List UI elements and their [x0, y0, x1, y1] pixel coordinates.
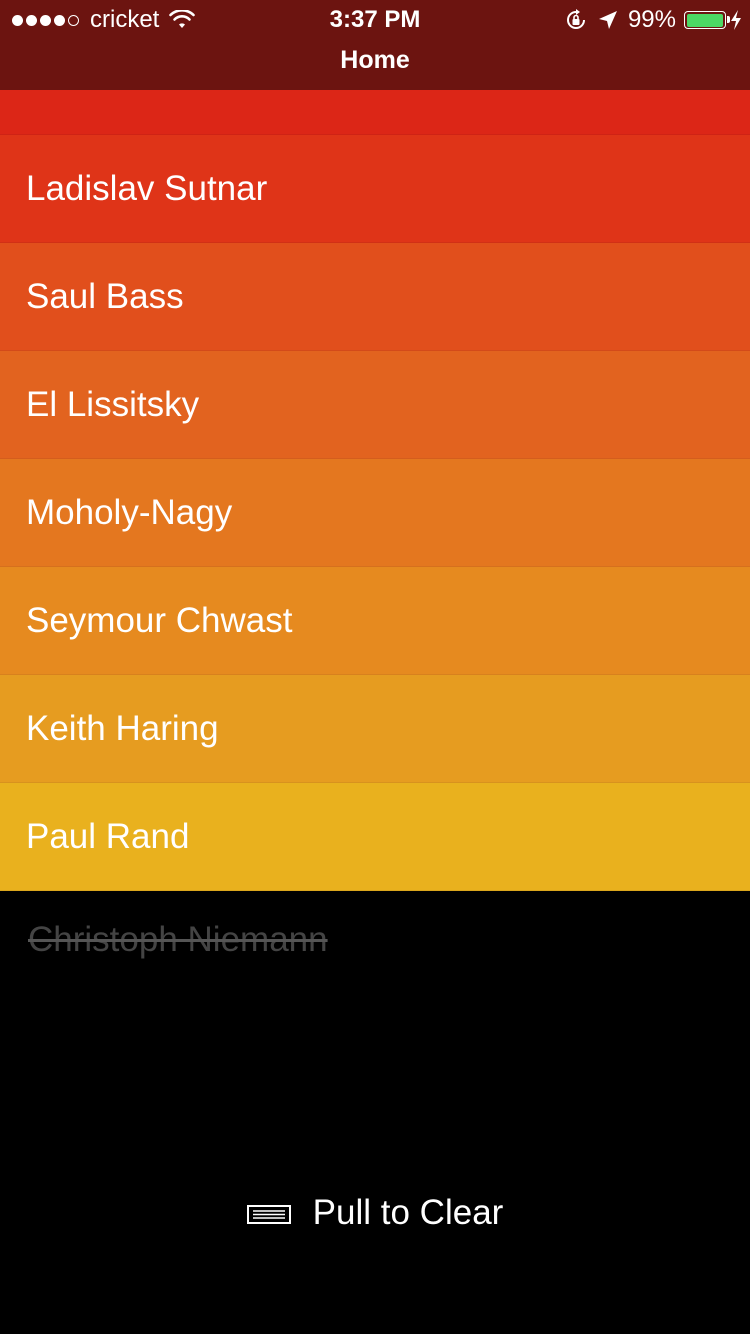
todo-list: Ladislav Sutnar Saul Bass El Lissitsky Moho…	[0, 90, 750, 891]
list-item[interactable]: Keith Haring	[0, 675, 750, 783]
location-arrow-icon	[598, 11, 617, 29]
list-item-label: Moholy-Nagy	[26, 492, 233, 532]
page-title: Home	[340, 46, 410, 74]
list-top-strip	[0, 90, 750, 135]
completed-item[interactable]: Christoph Niemann	[18, 920, 338, 960]
status-right: 99%	[564, 0, 742, 40]
status-bar: cricket 3:37 PM 99%	[0, 0, 750, 40]
header: cricket 3:37 PM 99% Home	[0, 0, 750, 90]
charging-bolt-icon	[731, 10, 741, 30]
list-item-label: El Lissitsky	[26, 384, 200, 424]
list-item[interactable]: Saul Bass	[0, 243, 750, 351]
list-item-label: Saul Bass	[26, 276, 184, 316]
list-item-label: Keith Haring	[26, 708, 219, 748]
list-item[interactable]: Seymour Chwast	[0, 567, 750, 675]
battery-percent: 99%	[627, 6, 676, 33]
app-screen: cricket 3:37 PM 99% Home Ladislav Sutnar…	[0, 0, 750, 1334]
list-item[interactable]: El Lissitsky	[0, 351, 750, 459]
rotation-lock-icon	[566, 9, 585, 29]
list-item[interactable]: Moholy-Nagy	[0, 459, 750, 567]
list-item[interactable]: Ladislav Sutnar	[0, 135, 750, 243]
pull-to-clear-label: Pull to Clear	[312, 1193, 504, 1232]
list-item-label: Ladislav Sutnar	[26, 168, 268, 208]
battery-icon	[684, 11, 730, 29]
list-item[interactable]: Paul Rand	[0, 783, 750, 891]
list-item-label: Paul Rand	[26, 816, 190, 856]
pull-to-clear[interactable]: Pull to Clear	[0, 1193, 750, 1233]
battery-tip	[727, 16, 730, 23]
battery-level	[686, 13, 724, 27]
tray-icon	[246, 1205, 291, 1224]
list-item-label: Seymour Chwast	[26, 600, 293, 640]
